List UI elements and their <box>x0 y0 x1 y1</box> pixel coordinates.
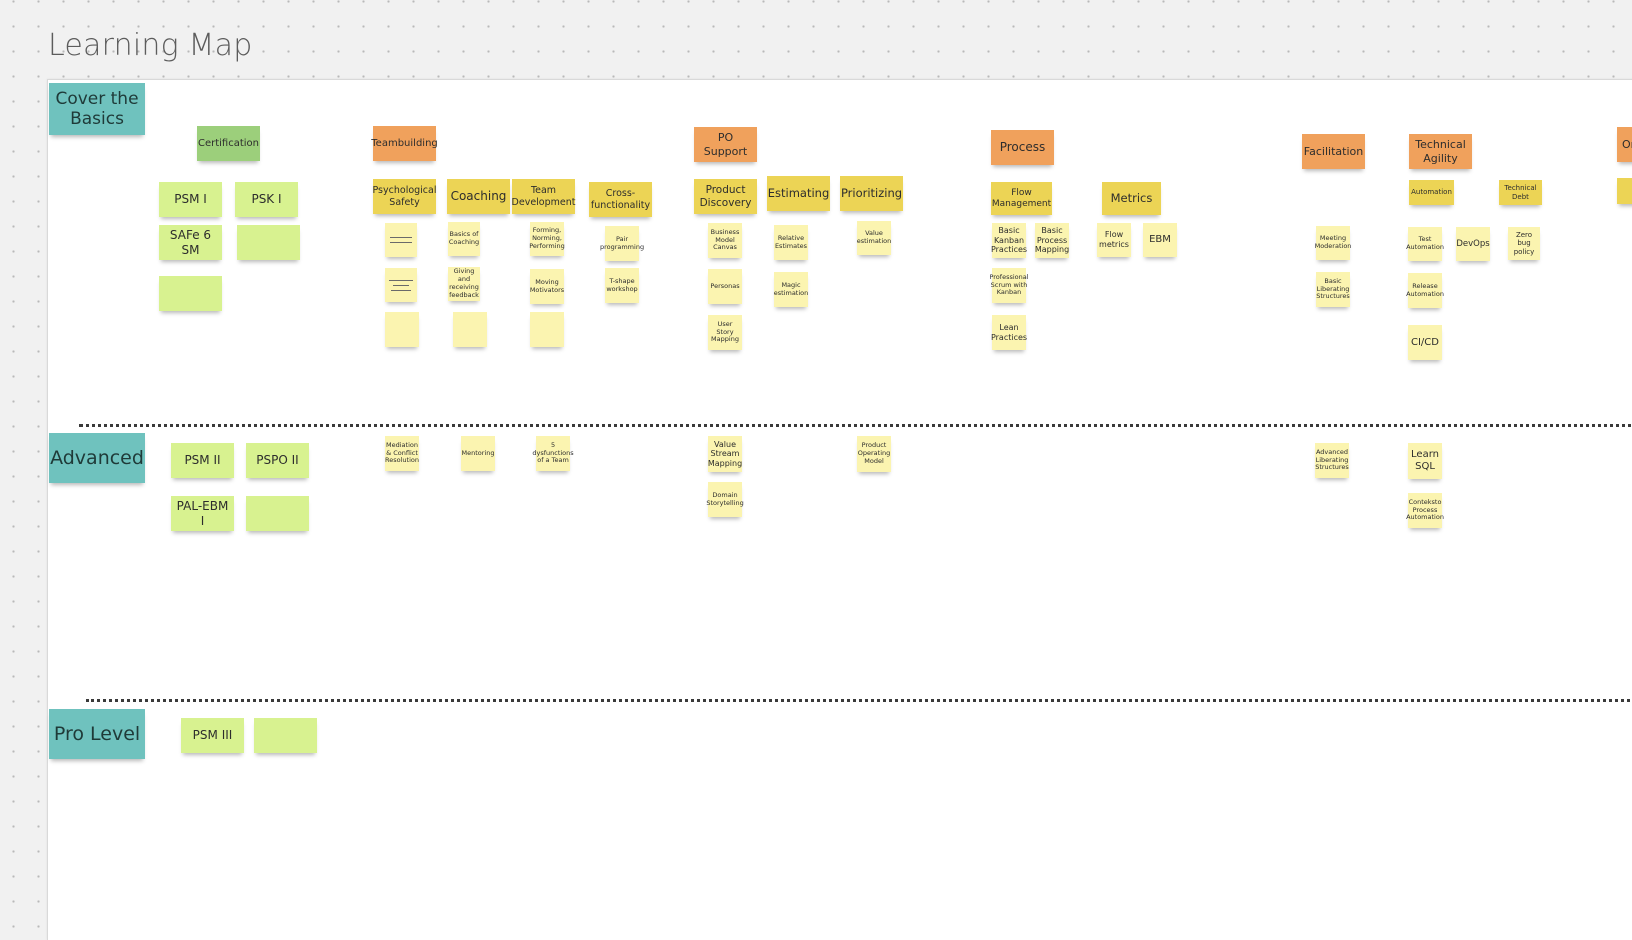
note-5-dysfunctions[interactable]: 5 dysfunctions of a Team <box>532 436 574 471</box>
certification-header[interactable]: Certification <box>197 126 260 161</box>
note-basics-of-coaching[interactable]: Basics of Coaching <box>448 222 480 256</box>
cert-note-psm1[interactable]: PSM I <box>159 182 222 217</box>
topic-prioritizing[interactable]: Prioritizing <box>840 176 903 211</box>
note-team-dev-empty[interactable] <box>530 312 564 347</box>
note-value-stream-mapping[interactable]: Value Stream Mapping <box>708 436 742 472</box>
note-basic-kanban[interactable]: Basic Kanban Practices <box>991 223 1027 258</box>
cert-note-safe[interactable]: SAFe 6 SM <box>159 225 222 260</box>
topic-metrics[interactable]: Metrics <box>1102 182 1161 215</box>
note-lean-practices[interactable]: Lean Practices <box>991 315 1027 350</box>
po-support-header[interactable]: PO Support <box>694 127 757 162</box>
note-flow-metrics[interactable]: Flow metrics <box>1097 223 1131 257</box>
topic-organization-partial[interactable] <box>1617 178 1632 204</box>
lane-label-basics[interactable]: Cover the Basics <box>49 83 145 135</box>
cert-note-pal-ebm[interactable]: PAL-EBM I <box>171 496 234 531</box>
technical-agility-header[interactable]: Technical Agility <box>1409 134 1472 169</box>
note-meeting-moderation[interactable]: Meeting Moderation <box>1315 226 1351 260</box>
note-forming-norming[interactable]: Forming, Norming, Performing <box>529 222 565 256</box>
cert-note-psm3[interactable]: PSM III <box>181 718 244 753</box>
note-learn-sql[interactable]: Learn SQL <box>1408 443 1442 479</box>
note-professional-scrum-kanban[interactable]: Professional Scrum with Kanban <box>989 268 1029 303</box>
note-basic-liberating-structures[interactable]: Basic Liberating Structures <box>1316 272 1350 307</box>
lane-divider-pro <box>86 699 1632 702</box>
topic-cross-functionality[interactable]: Cross-functionality <box>589 182 652 217</box>
note-magic-estimation[interactable]: Magic estimation <box>774 272 808 307</box>
lane-divider-advanced <box>79 424 1632 427</box>
note-domain-storytelling[interactable]: Domain Storytelling <box>706 482 744 517</box>
note-ebm[interactable]: EBM <box>1143 223 1177 257</box>
cert-note-empty[interactable] <box>246 496 309 531</box>
text-lines-icon <box>390 237 412 243</box>
note-user-story-mapping[interactable]: User Story Mapping <box>708 315 742 350</box>
note-personas[interactable]: Personas <box>708 269 742 304</box>
note-moving-motivators[interactable]: Moving Motivators <box>530 269 564 304</box>
topic-flow-management[interactable]: Flow Management <box>991 182 1052 215</box>
note-psych-safety-3[interactable] <box>385 312 419 347</box>
cert-note-psm2[interactable]: PSM II <box>171 443 234 478</box>
note-advanced-liberating-structures[interactable]: Advanced Liberating Structures <box>1315 443 1349 478</box>
note-psych-safety-2[interactable] <box>385 268 417 302</box>
note-devops[interactable]: DevOps <box>1456 227 1490 261</box>
topic-psychological-safety[interactable]: Psychological Safety <box>373 179 437 214</box>
lane-label-advanced[interactable]: Advanced <box>49 433 145 483</box>
topic-coaching[interactable]: Coaching <box>447 179 510 214</box>
note-zero-bug-policy[interactable]: Zero bug policy <box>1508 227 1540 260</box>
note-pair-programming[interactable]: Pair programming <box>600 226 644 261</box>
note-basic-process-mapping[interactable]: Basic Process Mapping <box>1035 223 1069 258</box>
lane-label-pro[interactable]: Pro Level <box>49 709 145 759</box>
note-mediation-conflict[interactable]: Mediation & Conflict Resolution <box>385 436 419 471</box>
note-t-shape-workshop[interactable]: T-shape workshop <box>605 268 639 303</box>
topic-estimating[interactable]: Estimating <box>767 176 830 211</box>
cert-note-pspo2[interactable]: PSPO II <box>246 443 309 478</box>
note-giving-feedback[interactable]: Giving and receiving feedback <box>448 267 480 301</box>
cert-note-psk1[interactable]: PSK I <box>235 182 298 217</box>
note-release-automation[interactable]: Release Automation <box>1406 273 1444 308</box>
note-psych-safety-1[interactable] <box>385 223 417 257</box>
note-value-estimation[interactable]: Value estimation <box>857 221 891 255</box>
topic-technical-debt[interactable]: Technical Debt <box>1499 180 1542 205</box>
note-business-model-canvas[interactable]: Business Model Canvas <box>708 223 742 258</box>
cert-note-empty[interactable] <box>254 718 317 753</box>
topic-team-development[interactable]: Team Development <box>512 179 576 214</box>
teambuilding-header[interactable]: Teambuilding <box>371 126 438 161</box>
board-title: Learning Map <box>48 28 253 63</box>
organization-header[interactable]: Or <box>1617 127 1632 162</box>
cert-note-empty[interactable] <box>159 276 222 311</box>
note-coaching-empty[interactable] <box>453 312 487 347</box>
note-mentoring[interactable]: Mentoring <box>461 436 495 471</box>
note-test-automation[interactable]: Test Automation <box>1406 227 1444 261</box>
text-lines-icon <box>389 279 413 291</box>
note-relative-estimates[interactable]: Relative Estimates <box>774 225 808 260</box>
cert-note-empty[interactable] <box>237 225 300 260</box>
note-process-automation[interactable]: Conteksto Process Automation <box>1406 493 1444 528</box>
topic-automation[interactable]: Automation <box>1409 180 1454 205</box>
process-header[interactable]: Process <box>991 130 1054 165</box>
facilitation-header[interactable]: Facilitation <box>1302 134 1365 169</box>
note-product-operating-model[interactable]: Product Operating Model <box>857 436 891 472</box>
note-ci-cd[interactable]: CI/CD <box>1408 325 1442 360</box>
topic-product-discovery[interactable]: Product Discovery <box>694 179 757 214</box>
